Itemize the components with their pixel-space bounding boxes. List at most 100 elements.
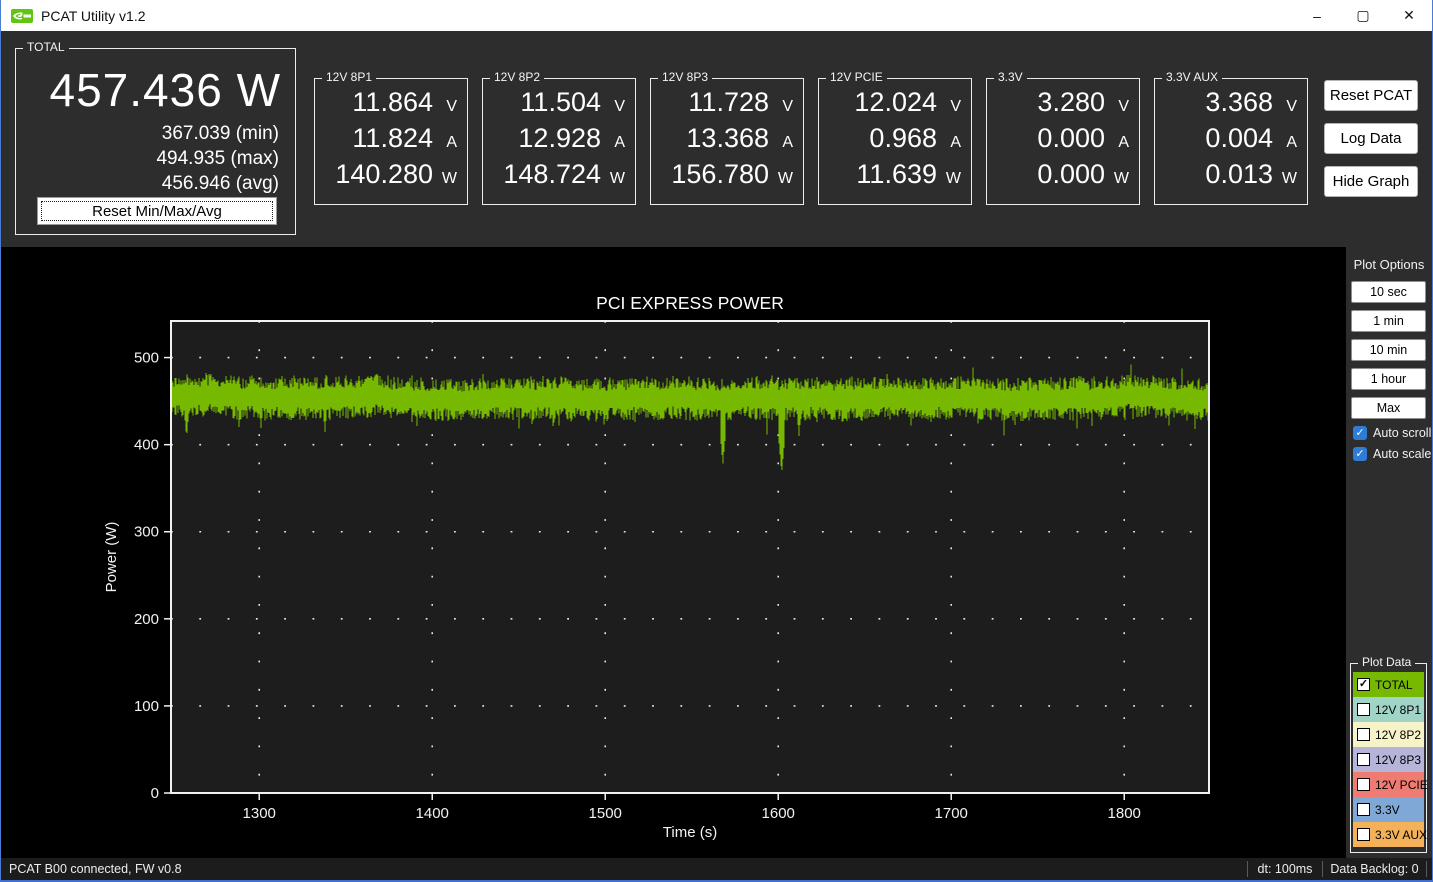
minimize-button[interactable]: –	[1294, 0, 1340, 31]
status-bar: PCAT B00 connected, FW v0.8 dt: 100ms Da…	[1, 858, 1432, 880]
data-backlog-status: Data Backlog: 0	[1330, 862, 1419, 876]
plot-range-button-1-min[interactable]: 1 min	[1351, 310, 1426, 332]
plot-options-title: Plot Options	[1353, 257, 1425, 272]
plot-range-button-max[interactable]: Max	[1351, 397, 1426, 419]
rail-value: 140.280	[335, 159, 433, 189]
legend-label: 12V 8P3	[1375, 752, 1422, 767]
checkbox-checked-icon: ✓	[1353, 426, 1367, 440]
rail-measurement-row: 11.504 V	[489, 87, 625, 123]
rail-unit: A	[614, 134, 625, 151]
rail-value: 148.724	[503, 159, 601, 189]
rail-value: 156.780	[671, 159, 769, 189]
rail-label: 3.3V	[994, 70, 1027, 84]
rail-value: 11.728	[688, 87, 769, 117]
legend-item-12v-8p2[interactable]: 12V 8P2	[1353, 722, 1424, 747]
svg-text:1600: 1600	[762, 805, 795, 822]
rail-value: 11.639	[856, 159, 937, 189]
rail-value: 0.000	[1037, 123, 1105, 153]
rail-value: 12.024	[854, 87, 937, 117]
legend-label: 12V 8P1	[1375, 702, 1422, 717]
pcat-utility-window: PCAT Utility v1.2 – ▢ ✕ TOTAL 457.436 W …	[0, 0, 1433, 882]
rail-groupbox-12v-8p1: 12V 8P1 11.864 V 11.824 A 140.280 W	[314, 70, 468, 205]
rail-unit: V	[950, 98, 961, 115]
plot-range-button-10-min[interactable]: 10 min	[1351, 339, 1426, 361]
dt-status: dt: 100ms	[1257, 862, 1313, 876]
reset-pcat-button[interactable]: Reset PCAT	[1324, 80, 1418, 111]
svg-text:PCI EXPRESS POWER: PCI EXPRESS POWER	[596, 293, 784, 313]
rail-measurement-row: 0.000 W	[993, 159, 1129, 195]
legend-label: 12V PCIE	[1375, 777, 1428, 792]
checkbox-unchecked-icon	[1357, 703, 1370, 716]
rail-label: 12V 8P2	[490, 70, 545, 84]
legend-item-3.3v-aux[interactable]: 3.3V AUX	[1353, 822, 1427, 847]
rail-value: 0.013	[1205, 159, 1273, 189]
svg-text:1800: 1800	[1108, 805, 1141, 822]
total-groupbox: TOTAL 457.436 W 367.039 (min) 494.935 (m…	[15, 40, 296, 235]
legend-label: 12V 8P2	[1375, 727, 1422, 742]
hide-graph-button[interactable]: Hide Graph	[1324, 166, 1418, 197]
checkbox-unchecked-icon	[1357, 803, 1370, 816]
legend-item-12v-8p3[interactable]: 12V 8P3	[1353, 747, 1424, 772]
svg-text:300: 300	[134, 524, 159, 541]
rail-value: 11.864	[352, 87, 433, 117]
rail-measurement-row: 13.368 A	[657, 123, 793, 159]
total-stats: 367.039 (min) 494.935 (max) 456.946 (avg…	[156, 121, 279, 196]
rail-unit: W	[1281, 170, 1297, 187]
total-label: TOTAL	[23, 40, 69, 54]
rail-unit: A	[782, 134, 793, 151]
rail-measurement-row: 0.004 A	[1161, 123, 1297, 159]
legend-item-total[interactable]: ✓ TOTAL	[1353, 672, 1424, 697]
rail-measurement-row: 140.280 W	[321, 159, 457, 195]
rail-value: 0.000	[1037, 159, 1105, 189]
plot-range-button-10-sec[interactable]: 10 sec	[1351, 281, 1426, 303]
svg-text:500: 500	[134, 350, 159, 367]
rail-unit: A	[950, 134, 961, 151]
legend-item-12v-pcie[interactable]: 12V PCIE	[1353, 772, 1428, 797]
title-bar: PCAT Utility v1.2 – ▢ ✕	[1, 0, 1432, 31]
close-button[interactable]: ✕	[1386, 0, 1432, 31]
rail-measurement-row: 0.968 A	[825, 123, 961, 159]
rail-label: 12V PCIE	[826, 70, 887, 84]
legend-item-12v-8p1[interactable]: 12V 8P1	[1353, 697, 1424, 722]
rail-label: 12V 8P3	[658, 70, 713, 84]
rail-measurement-row: 148.724 W	[489, 159, 625, 195]
rail-measurement-row: 11.728 V	[657, 87, 793, 123]
rail-value: 3.280	[1037, 87, 1105, 117]
svg-text:0: 0	[151, 785, 159, 802]
rail-groupbox-12v-8p3: 12V 8P3 11.728 V 13.368 A 156.780 W	[650, 70, 804, 205]
rail-unit: V	[446, 98, 457, 115]
rail-measurement-row: 12.928 A	[489, 123, 625, 159]
rail-value: 0.004	[1205, 123, 1273, 153]
rail-unit: W	[1113, 170, 1129, 187]
log-data-button[interactable]: Log Data	[1324, 123, 1418, 154]
rail-measurement-row: 11.824 A	[321, 123, 457, 159]
checkbox-checked-icon: ✓	[1353, 447, 1367, 461]
maximize-button[interactable]: ▢	[1340, 0, 1386, 31]
rail-unit: V	[1286, 98, 1297, 115]
plot-data-label: Plot Data	[1358, 655, 1416, 669]
rail-measurement-row: 11.639 W	[825, 159, 961, 195]
auto-scale-checkbox[interactable]: ✓ Auto scale	[1353, 447, 1431, 461]
window-title: PCAT Utility v1.2	[41, 7, 146, 24]
svg-text:100: 100	[134, 698, 159, 715]
rail-label: 3.3V AUX	[1162, 70, 1223, 84]
reset-min-max-avg-button[interactable]: Reset Min/Max/Avg	[37, 197, 277, 225]
rail-measurement-row: 12.024 V	[825, 87, 961, 123]
legend-item-3.3v[interactable]: 3.3V	[1353, 797, 1424, 822]
checkbox-unchecked-icon	[1357, 828, 1370, 841]
total-min: 367.039 (min)	[161, 123, 279, 144]
plot-range-button-1-hour[interactable]: 1 hour	[1351, 368, 1426, 390]
checkbox-checked-icon: ✓	[1357, 678, 1370, 691]
plot-options-panel: Plot Options 10 sec 1 min 10 min 1 hour Max …	[1346, 247, 1432, 860]
connection-status: PCAT B00 connected, FW v0.8	[9, 862, 182, 876]
rail-value: 11.824	[352, 123, 433, 153]
rail-groupbox-3.3v: 3.3V 3.280 V 0.000 A 0.000 W	[986, 70, 1140, 205]
legend-label: 3.3V	[1375, 802, 1400, 817]
rail-value: 0.968	[869, 123, 937, 153]
power-chart: 0 100 200 300 400 500 1300 1400 1500 1600 1700 1800…	[103, 293, 1210, 841]
rail-groupbox-3.3v-aux: 3.3V AUX 3.368 V 0.004 A 0.013 W	[1154, 70, 1308, 205]
checkbox-unchecked-icon	[1357, 778, 1370, 791]
total-max: 494.935 (max)	[156, 148, 279, 169]
auto-scroll-checkbox[interactable]: ✓ Auto scroll	[1353, 426, 1431, 440]
checkbox-label: Auto scale	[1373, 447, 1432, 461]
